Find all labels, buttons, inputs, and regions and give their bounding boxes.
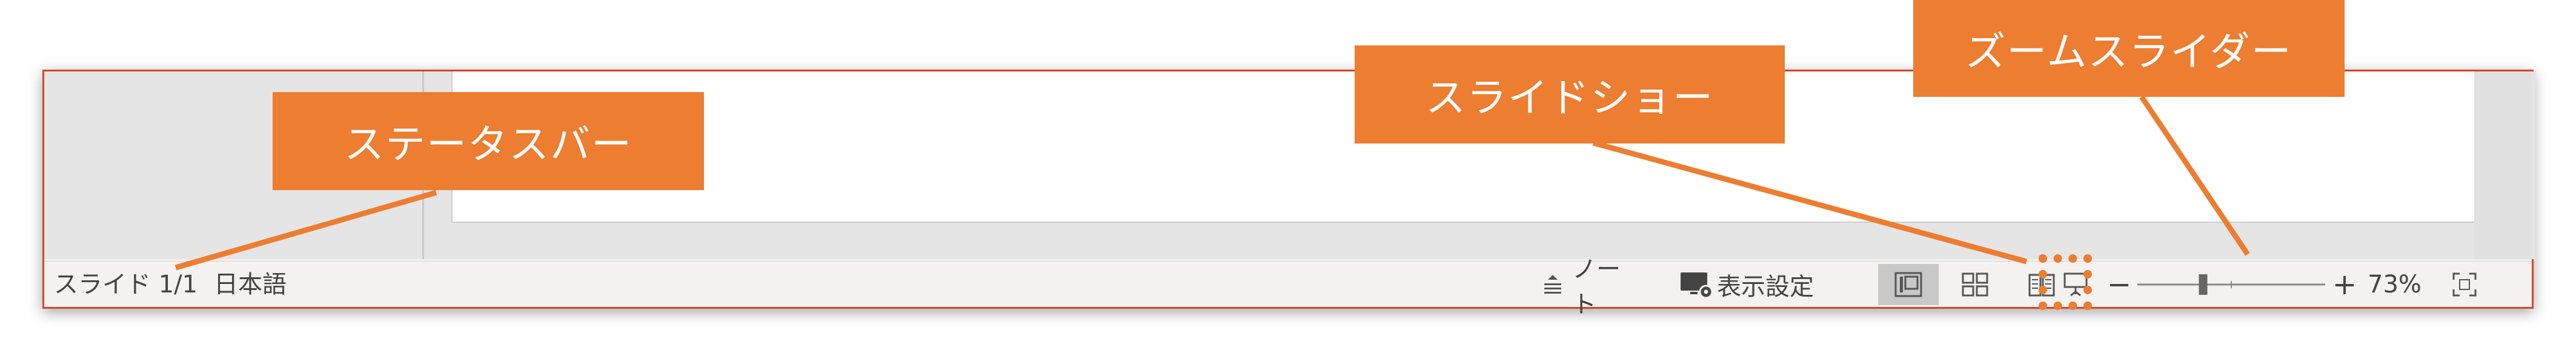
slide-sorter-view-button[interactable] [1945, 264, 2005, 305]
zoom-slider-track[interactable] [2137, 264, 2325, 305]
display-settings-label: 表示設定 [1717, 273, 1814, 301]
zoom-out-button[interactable]: − [2104, 264, 2134, 305]
zoom-slider-thumb[interactable] [2199, 274, 2208, 295]
zoom-slider-callout: ズームスライダー [1913, 0, 2345, 97]
slideshow-callout: スライドショー [1355, 45, 1785, 143]
slideshow-highlight-box [2039, 254, 2092, 310]
language-indicator[interactable]: 日本語 [214, 262, 287, 308]
zoom-percent[interactable]: 73% [2368, 262, 2422, 308]
zoom-in-label: + [2332, 268, 2357, 302]
zoom-slider[interactable] [2137, 264, 2325, 305]
fit-to-window-icon [2451, 271, 2478, 298]
status-bar: スライド 1/1 日本語 ノート 表示設定 − + 73% [44, 255, 2532, 318]
normal-view-icon [1894, 271, 1923, 298]
statusbar-callout: ステータスバー [273, 92, 704, 190]
notes-label: ノート [1572, 255, 1621, 318]
display-settings-button[interactable]: 表示設定 [1656, 264, 1837, 305]
vertical-scrollbar[interactable] [2474, 71, 2532, 259]
zoom-in-button[interactable]: + [2329, 264, 2360, 305]
notes-button[interactable]: ノート [1541, 255, 1638, 318]
notes-icon [1541, 272, 1565, 297]
slide-indicator[interactable]: スライド 1/1 [54, 262, 198, 308]
fit-to-window-button[interactable] [2443, 264, 2486, 305]
zoom-out-label: − [2106, 268, 2132, 302]
normal-view-button[interactable] [1878, 264, 1939, 305]
display-settings-icon [1679, 270, 1713, 299]
slide-sorter-icon [1960, 271, 1990, 298]
